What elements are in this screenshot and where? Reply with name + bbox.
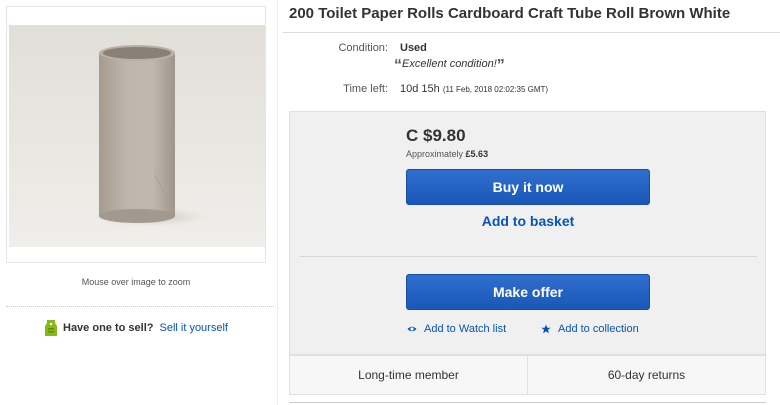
add-to-basket-link[interactable]: Add to basket	[406, 213, 650, 229]
seller-badges: Long-time member 60-day returns	[289, 355, 766, 395]
condition-note: “Excellent condition!”	[394, 57, 505, 74]
sell-promo: Have one to sell? Sell it yourself	[44, 319, 228, 337]
zoom-hint: Mouse over image to zoom	[81, 277, 191, 287]
purchase-divider	[300, 256, 757, 257]
sell-question: Have one to sell?	[63, 322, 154, 334]
badge-long-time-member: Long-time member	[358, 368, 459, 382]
item-image-frame[interactable]	[6, 6, 266, 263]
star-icon	[541, 324, 551, 334]
cardboard-tube-image	[93, 45, 209, 227]
price: C $9.80	[406, 126, 466, 145]
condition-value: Used	[400, 42, 427, 54]
buy-it-now-button[interactable]: Buy it now	[406, 169, 650, 205]
column-divider	[277, 0, 278, 405]
time-left-label: Time left:	[343, 83, 388, 95]
approx-price-value: £5.63	[465, 149, 489, 159]
eye-icon	[407, 324, 417, 334]
add-to-collection-link[interactable]: Add to collection	[541, 323, 639, 335]
bottom-divider	[289, 402, 766, 403]
item-photo[interactable]	[9, 25, 265, 247]
purchase-panel: C $9.80 Approximately £5.63 Buy it now A…	[289, 111, 766, 355]
price-tag-icon	[44, 319, 58, 337]
time-end-date: (11 Feb, 2018 02:02:35 GMT)	[442, 85, 549, 94]
title-divider	[283, 32, 780, 33]
left-divider	[6, 306, 274, 307]
listing-title: 200 Toilet Paper Rolls Cardboard Craft T…	[289, 5, 731, 22]
badge-60-day-returns: 60-day returns	[527, 356, 765, 394]
make-offer-button[interactable]: Make offer	[406, 274, 650, 310]
condition-label: Condition:	[338, 42, 388, 54]
time-left-value: 10d 15h (11 Feb, 2018 02:02:35 GMT)	[400, 83, 548, 95]
sell-it-yourself-link[interactable]: Sell it yourself	[159, 322, 227, 334]
approx-price: Approximately £5.63	[406, 149, 489, 159]
time-remaining: 10d 15h	[400, 83, 440, 95]
add-to-watch-list-link[interactable]: Add to Watch list	[407, 323, 506, 335]
